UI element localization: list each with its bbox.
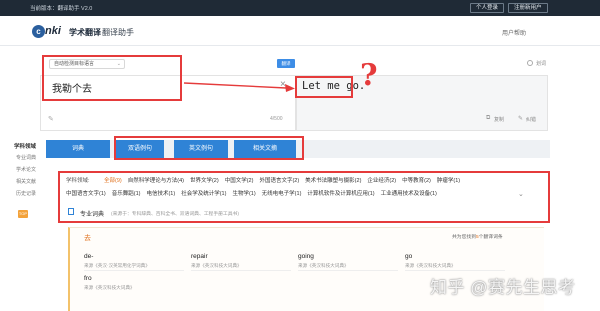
result-count-suffix: 个翻译词条 <box>478 235 503 240</box>
annotation-question-mark: ? <box>360 58 378 93</box>
result-count: 共为您找到5个翻译词条 <box>452 233 503 240</box>
side-nav-item-literature[interactable]: 相关文献 <box>16 178 36 185</box>
copy-icon[interactable]: ⧉ <box>486 115 490 122</box>
top-bar: 当前版本：翻译助手 V2.0 个人登录 注册新用户 <box>0 0 600 16</box>
result-divider <box>191 270 291 271</box>
result-term[interactable]: go <box>405 253 412 260</box>
result-divider <box>84 270 184 271</box>
annotation-box-source <box>42 55 182 101</box>
result-term[interactable]: going <box>298 253 314 260</box>
zhihu-watermark: 知乎 @赛先生思考 <box>430 278 576 297</box>
result-source: 来源《英汉科技大词典》 <box>84 285 135 290</box>
result-source: 来源《英汉科技大词典》 <box>191 263 242 268</box>
side-nav-item-history[interactable]: 历史记录 <box>16 190 36 197</box>
correct-button[interactable]: 纠错 <box>526 116 536 123</box>
result-headword: 去 <box>84 235 91 242</box>
result-source: 来源《英汉科技大词典》 <box>298 263 349 268</box>
word-select-toggle[interactable] <box>527 60 533 66</box>
translate-button[interactable]: 翻译 <box>277 59 295 68</box>
version-text: 当前版本：翻译助手 V2.0 <box>30 6 93 12</box>
register-button[interactable]: 注册新用户 <box>508 3 548 13</box>
side-nav-title: 学科领域 <box>14 144 37 150</box>
personal-login-button[interactable]: 个人登录 <box>470 3 505 13</box>
header-divider <box>0 45 600 46</box>
word-select-label: 划词 <box>536 61 547 67</box>
result-divider <box>298 270 398 271</box>
page-title: 翻译助手 <box>102 28 134 37</box>
annotation-box-categories <box>58 171 550 223</box>
user-help-link[interactable]: 用户帮助 <box>502 28 526 37</box>
cnki-logo-text: nki <box>45 25 61 37</box>
pen-icon[interactable]: ✎ <box>48 115 54 123</box>
cnki-logo-icon[interactable]: c <box>32 25 45 38</box>
result-source: 来源《英汉·汉英常用化学词典》 <box>84 263 150 268</box>
annotation-box-tabs <box>114 136 304 160</box>
side-nav-item-dictionary[interactable]: 专业词典 <box>16 154 36 161</box>
tab-dictionary[interactable]: 词典 <box>46 140 110 158</box>
back-to-top-button[interactable]: TOP <box>18 210 28 218</box>
result-term[interactable]: fro <box>84 275 92 282</box>
char-counter: 4/500 <box>270 116 283 122</box>
annotation-box-output <box>295 76 353 98</box>
logo-xueshu-fanyi: 学术翻译 <box>69 28 101 37</box>
side-nav-item-papers[interactable]: 学术论文 <box>16 166 36 173</box>
copy-button[interactable]: 复制 <box>494 116 504 123</box>
annotation-arrow-icon <box>183 82 295 92</box>
result-count-prefix: 共为您找到 <box>452 235 476 240</box>
result-source: 来源《英汉科技大词典》 <box>405 263 456 268</box>
result-term[interactable]: de- <box>84 253 93 260</box>
result-divider <box>405 270 505 271</box>
result-term[interactable]: repair <box>191 253 208 260</box>
edit-icon[interactable]: ✎ <box>518 115 523 122</box>
